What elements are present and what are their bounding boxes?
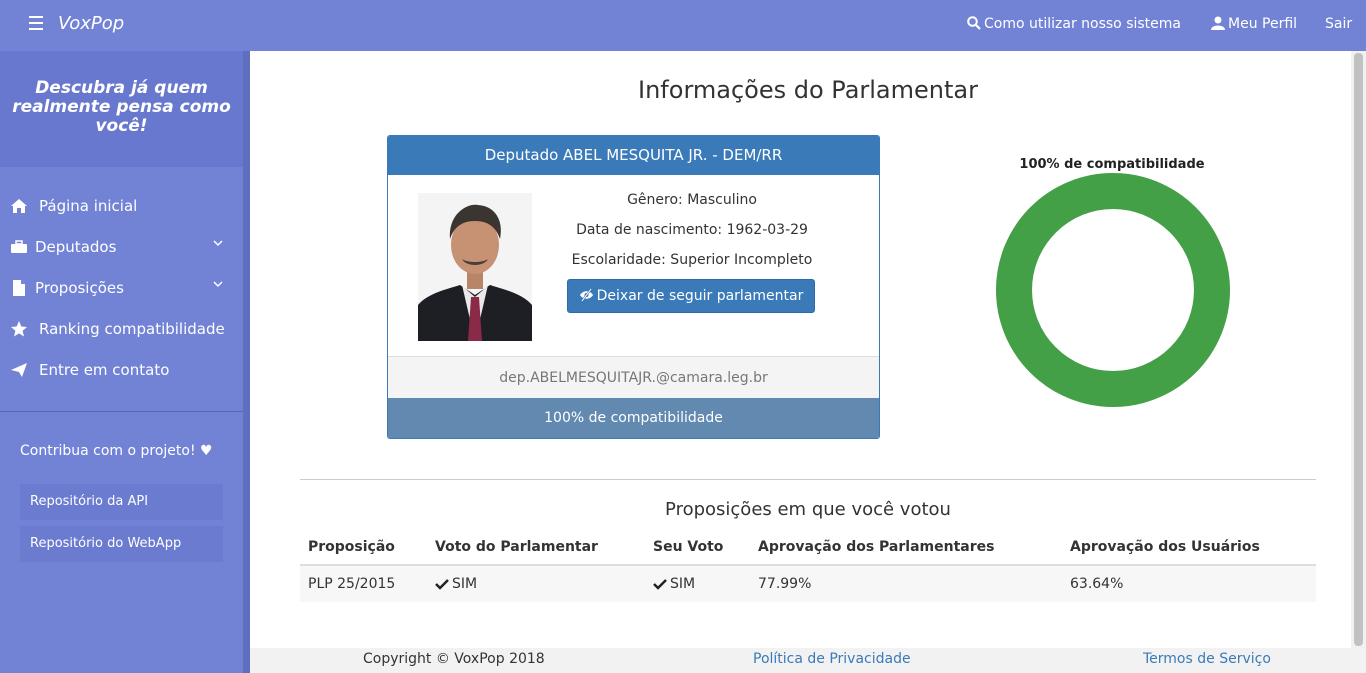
sidebar-item-home[interactable]: Página inicial [0, 191, 243, 232]
top-navbar: VoxPop Como utilizar nosso sistema Meu P… [0, 0, 1366, 51]
chevron-down-icon [213, 240, 223, 247]
card-header: Deputado ABEL MESQUITA JR. - DEM/RR [388, 136, 879, 175]
eye-slash-icon [579, 288, 593, 302]
brand-logo[interactable]: VoxPop [58, 13, 124, 34]
sidebar-menu: Página inicial Deputados Proposições Ran… [0, 191, 243, 396]
column-header: Proposição [308, 539, 395, 555]
tagline-box: Descubra já quem realmente pensa como vo… [0, 51, 243, 167]
sidebar-item-label: Ranking compatibilidade [39, 320, 225, 338]
column-header: Aprovação dos Usuários [1070, 539, 1260, 555]
home-icon [11, 199, 27, 213]
profile-link-label: Meu Perfil [1228, 16, 1298, 32]
user-icon [1211, 16, 1225, 30]
send-icon [11, 363, 27, 377]
tagline: Descubra já quem realmente pensa como vo… [12, 78, 231, 136]
education-text: Escolaridade: Superior Incompleto [571, 252, 813, 268]
sidebar-edge [243, 51, 250, 673]
sidebar-item-label: Proposições [35, 279, 124, 297]
parliamentarian-photo [418, 193, 532, 341]
your-vote-cell: SIM [653, 576, 695, 592]
column-header: Aprovação dos Parlamentares [758, 539, 995, 555]
file-icon [13, 280, 25, 296]
section-divider [300, 479, 1316, 480]
parl-vote-cell: SIM [435, 576, 477, 592]
compat-chart-title: 100% de compatibilidade [1019, 157, 1205, 172]
birth-date-text: Data de nascimento: 1962-03-29 [576, 222, 808, 238]
table-header: Proposição Voto do Parlamentar Seu Voto … [300, 529, 1316, 566]
compat-donut-arc [996, 173, 1230, 407]
contribute-label: Contribua com o projeto! ♥ [20, 443, 213, 459]
main-content: Informações do Parlamentar Deputado ABEL… [250, 51, 1351, 648]
sidebar: Descubra já quem realmente pensa como vo… [0, 51, 243, 673]
proposition-cell: PLP 25/2015 [308, 576, 396, 592]
sidebar-item-label: Página inicial [39, 197, 138, 215]
copyright-text: Copyright © VoxPop 2018 [363, 651, 545, 667]
gender-text: Gênero: Masculino [627, 192, 757, 208]
parliamentarian-card: Deputado ABEL MESQUITA JR. - DEM/RR Gêne… [387, 135, 880, 439]
votes-table: Proposição Voto do Parlamentar Seu Voto … [300, 529, 1316, 602]
parl-vote-text: SIM [452, 576, 478, 592]
menu-toggle-icon[interactable] [29, 16, 43, 30]
check-icon [435, 579, 449, 590]
page-footer: Copyright © VoxPop 2018 Política de Priv… [250, 648, 1366, 673]
chevron-down-icon [213, 281, 223, 288]
votes-table-title: Proposições em que você votou [665, 499, 951, 520]
terms-link[interactable]: Termos de Serviço [1143, 651, 1271, 667]
sidebar-item-label: Entre em contato [39, 361, 170, 379]
unfollow-button-label: Deixar de seguir parlamentar [596, 288, 804, 304]
page-title: Informações do Parlamentar [638, 76, 978, 104]
scrollbar-thumb[interactable] [1354, 53, 1363, 646]
logout-link[interactable]: Sair [1325, 16, 1352, 32]
sidebar-item-proposicoes[interactable]: Proposições [0, 273, 243, 314]
email-text: dep.ABELMESQUITAJR.@camara.leg.br [388, 356, 879, 398]
parl-approval-cell: 77.99% [758, 576, 812, 592]
table-row[interactable]: PLP 25/2015 SIM SIM 77.99% 63.64% [300, 566, 1316, 602]
sidebar-item-deputados[interactable]: Deputados [0, 232, 243, 273]
your-vote-text: SIM [670, 576, 696, 592]
unfollow-button[interactable]: Deixar de seguir parlamentar [567, 279, 815, 313]
star-icon [11, 321, 27, 337]
column-header: Voto do Parlamentar [435, 539, 598, 555]
help-link[interactable]: Como utilizar nosso sistema [967, 16, 1181, 32]
sidebar-item-label: Deputados [35, 238, 117, 256]
sidebar-item-contato[interactable]: Entre em contato [0, 355, 243, 396]
sidebar-item-ranking[interactable]: Ranking compatibilidade [0, 314, 243, 355]
help-link-label: Como utilizar nosso sistema [984, 16, 1181, 32]
briefcase-icon [11, 240, 27, 253]
card-info: Gênero: Masculino Data de nascimento: 19… [548, 191, 836, 281]
compat-donut-chart [996, 173, 1230, 407]
column-header: Seu Voto [653, 539, 724, 555]
repo-api-button[interactable]: Repositório da API [20, 484, 223, 520]
privacy-link[interactable]: Política de Privacidade [753, 651, 911, 667]
check-icon [653, 579, 667, 590]
sidebar-divider [0, 411, 243, 412]
search-icon [967, 16, 981, 30]
user-approval-cell: 63.64% [1070, 576, 1124, 592]
repo-webapp-button[interactable]: Repositório do WebApp [20, 526, 223, 562]
card-compat-footer: 100% de compatibilidade [388, 398, 879, 438]
profile-link[interactable]: Meu Perfil [1211, 16, 1297, 32]
